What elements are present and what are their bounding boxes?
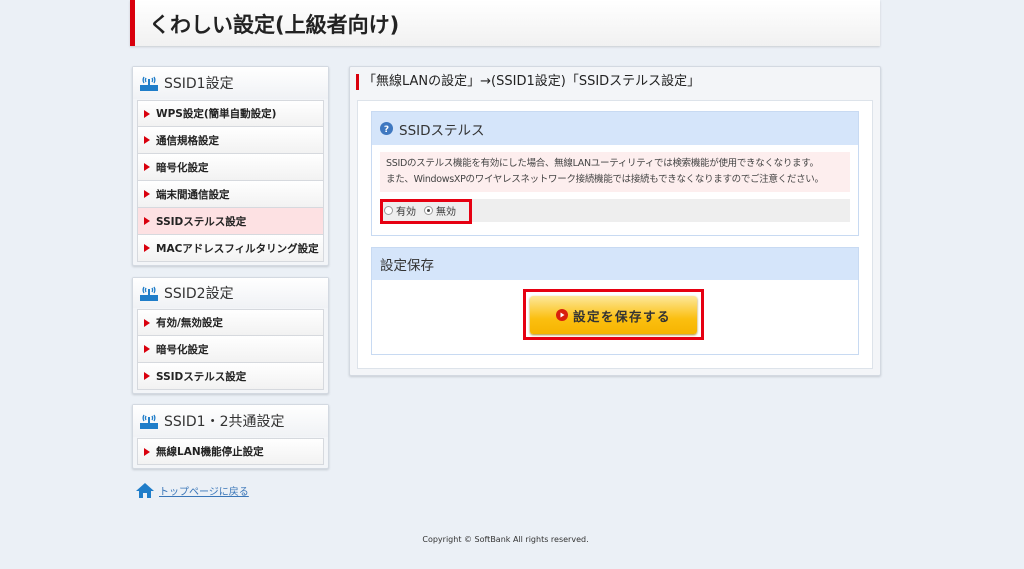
group-title: SSID1設定 (164, 76, 234, 92)
item-label: 端末間通信設定 (156, 188, 230, 201)
sidebar-group-ssid1: SSID1設定 WPS設定(簡単自動設定) 通信規格設定 暗号化設定 端末間通信… (132, 66, 329, 266)
notice-line: また、WindowsXPのワイヤレスネットワーク接続機能では接続もできなくなりま… (386, 174, 824, 185)
sidebar-item-stealth[interactable]: SSIDステルス設定 (137, 208, 324, 235)
sidebar-item-wps[interactable]: WPS設定(簡単自動設定) (137, 100, 324, 127)
page-title: くわしい設定(上級者向け) (149, 13, 400, 37)
router-icon (140, 286, 158, 301)
help-icon: ? (380, 122, 393, 135)
sidebar-item-enable[interactable]: 有効/無効設定 (137, 309, 324, 336)
breadcrumb: 「無線LANの設定」→(SSID1設定)「SSIDステルス設定」 (356, 74, 700, 90)
highlight-radio (380, 199, 472, 224)
save-button[interactable]: 設定を保存する (530, 296, 697, 334)
group-title: SSID1・2共通設定 (164, 414, 285, 430)
sidebar-item-encryption[interactable]: 暗号化設定 (137, 154, 324, 181)
sidebar-group-common: SSID1・2共通設定 無線LAN機能停止設定 (132, 404, 329, 469)
arrow-icon (144, 372, 150, 380)
item-label: MACアドレスフィルタリング設定 (156, 242, 319, 255)
arrow-icon (144, 345, 150, 353)
sidebar-group-ssid2: SSID2設定 有効/無効設定 暗号化設定 SSIDステルス設定 (132, 277, 329, 394)
item-label: 無線LAN機能停止設定 (156, 446, 264, 458)
item-label: SSIDステルス設定 (156, 370, 247, 383)
copyright: Copyright © SoftBank All rights reserved… (422, 535, 589, 544)
sidebar-item-standard[interactable]: 通信規格設定 (137, 127, 324, 154)
sidebar-item-mac-filter[interactable]: MACアドレスフィルタリング設定 (137, 235, 324, 262)
arrow-icon (144, 163, 150, 171)
arrow-icon (144, 244, 150, 252)
group-title: SSID2設定 (164, 286, 234, 302)
save-button-label: 設定を保存する (572, 308, 671, 324)
page-header: くわしい設定(上級者向け) (130, 0, 880, 46)
play-icon (555, 309, 568, 321)
home-icon (136, 483, 154, 498)
section-title: SSIDステルス (399, 122, 485, 139)
arrow-icon (144, 447, 150, 456)
item-label: 暗号化設定 (156, 343, 209, 356)
notice-box: SSIDのステルス機能を有効にした場合、無線LANユーティリティでは検索機能が使… (380, 152, 850, 192)
arrow-icon (144, 136, 150, 144)
arrow-icon (144, 318, 150, 327)
item-label: WPS設定(簡単自動設定) (156, 108, 277, 120)
item-label: 暗号化設定 (156, 161, 209, 174)
top-link-label: トップページに戻る (159, 486, 249, 498)
top-page-link[interactable]: トップページに戻る (136, 482, 249, 498)
router-icon (140, 76, 158, 91)
sidebar-item-wlan-stop[interactable]: 無線LAN機能停止設定 (137, 438, 324, 465)
sidebar-item-stealth2[interactable]: SSIDステルス設定 (137, 363, 324, 390)
svg-text:?: ? (384, 125, 389, 135)
item-label: 有効/無効設定 (156, 317, 223, 329)
notice-line: SSIDのステルス機能を有効にした場合、無線LANユーティリティでは検索機能が使… (386, 158, 819, 169)
arrow-icon (144, 190, 150, 198)
arrow-icon (144, 109, 150, 118)
sidebar-item-isolation[interactable]: 端末間通信設定 (137, 181, 324, 208)
sidebar-item-encryption2[interactable]: 暗号化設定 (137, 336, 324, 363)
item-label: SSIDステルス設定 (156, 215, 247, 228)
router-icon (140, 414, 158, 429)
item-label: 通信規格設定 (156, 134, 219, 147)
section-title: 設定保存 (380, 258, 434, 274)
arrow-icon (144, 217, 150, 225)
